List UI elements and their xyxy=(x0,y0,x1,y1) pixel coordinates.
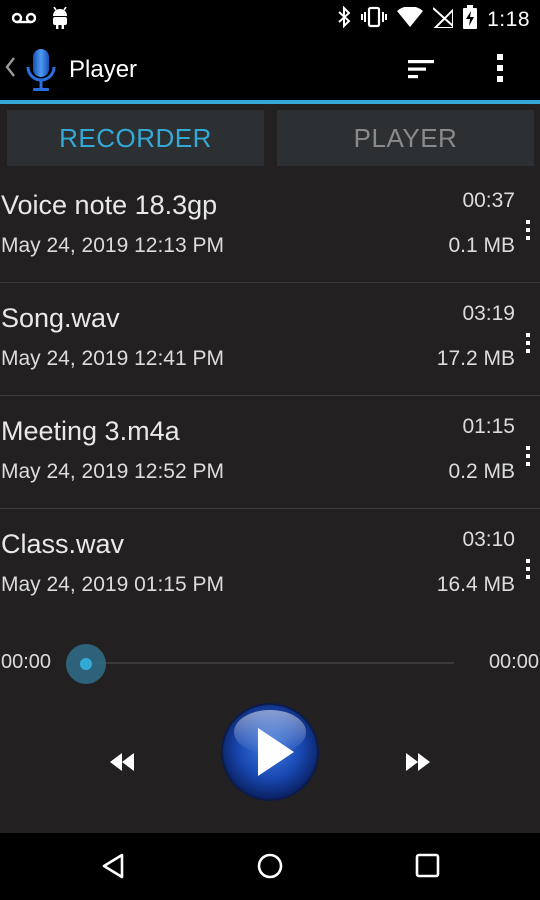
seek-bar[interactable] xyxy=(86,662,454,664)
item-menu-icon[interactable] xyxy=(525,333,531,353)
nav-recents-icon[interactable] xyxy=(415,853,441,884)
recording-duration: 03:10 xyxy=(462,528,515,551)
play-button[interactable] xyxy=(220,702,320,802)
recording-date: May 24, 2019 12:52 PM xyxy=(1,460,224,483)
sort-icon[interactable] xyxy=(404,54,438,84)
elapsed-time: 00:00 xyxy=(1,651,52,673)
microphone-app-icon[interactable] xyxy=(24,47,58,98)
recording-duration: 03:19 xyxy=(462,302,515,325)
wifi-icon xyxy=(397,6,424,32)
android-debug-icon xyxy=(50,6,70,34)
recording-name: Song.wav xyxy=(1,303,120,333)
status-clock: 1:18 xyxy=(487,7,530,31)
recording-size: 0.2 MB xyxy=(448,460,515,483)
nav-back-icon[interactable] xyxy=(100,852,126,885)
vibrate-icon xyxy=(361,6,388,33)
item-menu-icon[interactable] xyxy=(525,446,531,466)
navigation-bar xyxy=(0,833,540,900)
item-menu-icon[interactable] xyxy=(525,220,531,240)
tab-recorder[interactable]: RECORDER xyxy=(7,110,264,166)
rewind-button[interactable] xyxy=(107,749,137,775)
recording-date: May 24, 2019 01:15 PM xyxy=(1,573,224,596)
battery-charging-icon xyxy=(463,5,478,34)
status-bar: 1:18 xyxy=(0,0,540,38)
action-bar: Player xyxy=(0,38,540,101)
recording-name: Meeting 3.m4a xyxy=(1,416,180,446)
fast-forward-button[interactable] xyxy=(403,749,433,775)
seek-thumb[interactable] xyxy=(66,644,106,684)
app-screen: 1:18 Player RECORDER PLAYER Voice note 1… xyxy=(0,0,540,900)
recording-name: Class.wav xyxy=(1,529,125,559)
recording-size: 17.2 MB xyxy=(436,347,515,370)
list-item[interactable]: Song.wav May 24, 2019 12:41 PM 03:19 17.… xyxy=(0,283,540,396)
nav-home-icon[interactable] xyxy=(256,852,284,885)
item-menu-icon[interactable] xyxy=(525,559,531,579)
recordings-list: Voice note 18.3gp May 24, 2019 12:13 PM … xyxy=(0,170,540,621)
recording-duration: 00:37 xyxy=(462,189,515,212)
page-title: Player xyxy=(69,56,138,83)
voicemail-icon xyxy=(11,11,37,30)
tab-player[interactable]: PLAYER xyxy=(277,110,534,166)
list-item[interactable]: Meeting 3.m4a May 24, 2019 12:52 PM 01:1… xyxy=(0,396,540,509)
recording-date: May 24, 2019 12:13 PM xyxy=(1,234,224,257)
recording-name: Voice note 18.3gp xyxy=(1,190,218,220)
list-item[interactable]: Voice note 18.3gp May 24, 2019 12:13 PM … xyxy=(0,170,540,283)
overflow-menu-icon[interactable] xyxy=(488,50,512,86)
back-caret-icon[interactable] xyxy=(4,56,16,83)
recording-date: May 24, 2019 12:41 PM xyxy=(1,347,224,370)
no-sim-icon xyxy=(432,6,455,33)
recording-duration: 01:15 xyxy=(462,415,515,438)
recording-size: 0.1 MB xyxy=(448,234,515,257)
list-item[interactable]: Class.wav May 24, 2019 01:15 PM 03:10 16… xyxy=(0,509,540,621)
total-time: 00:00 xyxy=(488,651,539,673)
recording-size: 16.4 MB xyxy=(436,573,515,596)
action-bar-divider xyxy=(0,100,540,104)
bluetooth-icon xyxy=(337,5,351,33)
